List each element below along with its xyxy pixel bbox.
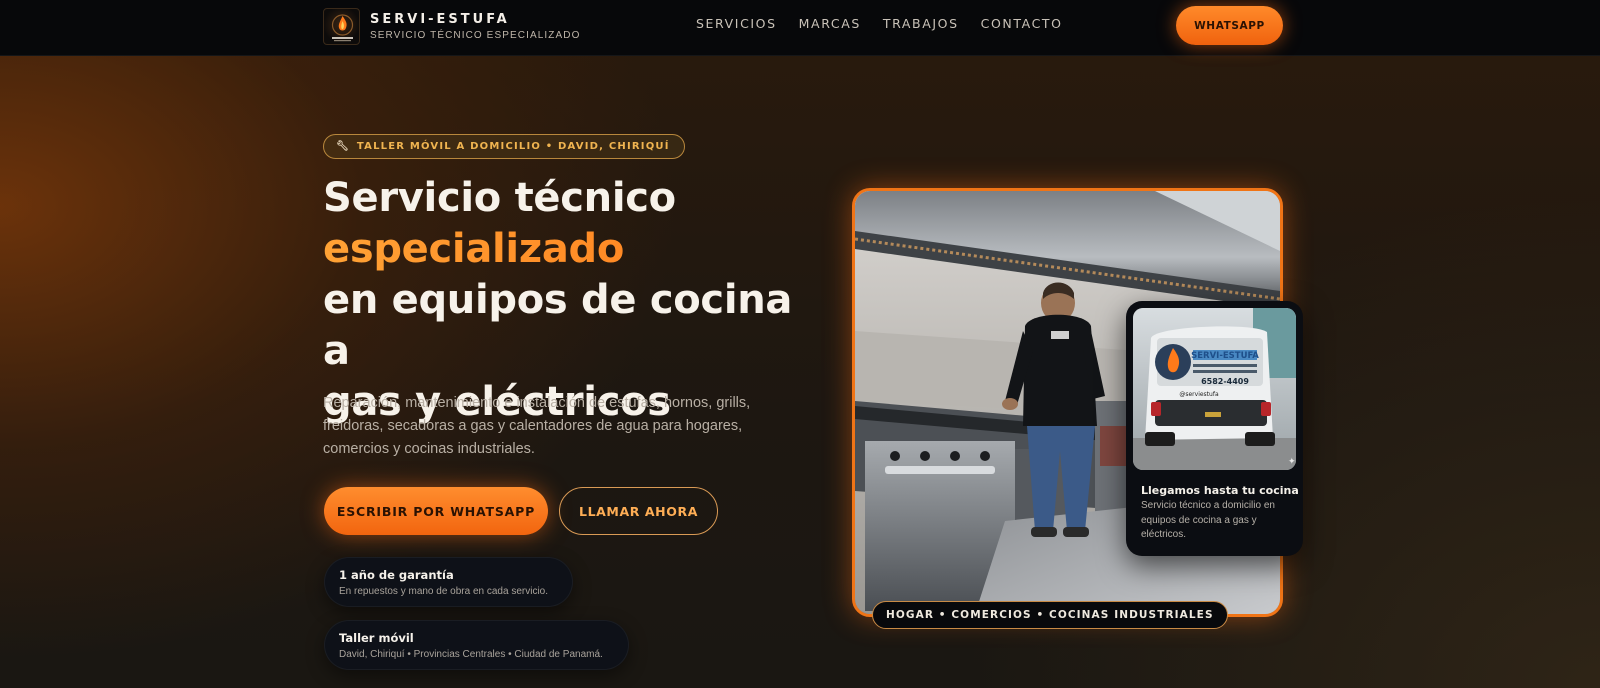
whatsapp-nav-button[interactable]: WHATSAPP bbox=[1176, 6, 1283, 45]
menu-item-trabajos[interactable]: TRABAJOS bbox=[883, 16, 959, 31]
menu-item-marcas[interactable]: MARCAS bbox=[799, 16, 861, 31]
call-button[interactable]: LLAMAR AHORA bbox=[559, 487, 718, 535]
van-brand: SERVI-ESTUFA bbox=[1191, 351, 1259, 361]
feature-card-mobile-shop: Taller móvil David, Chiriquí • Provincia… bbox=[324, 620, 629, 670]
sparkle-icon: ✦ bbox=[1288, 456, 1296, 466]
headline-line-1: Servicio técnico bbox=[323, 175, 676, 221]
main-menu: SERVICIOS MARCAS TRABAJOS CONTACTO bbox=[696, 16, 1063, 31]
segments-chip: HOGAR • COMERCIOS • COCINAS INDUSTRIALES bbox=[872, 601, 1228, 629]
feature-card-warranty: 1 año de garantía En repuestos y mano de… bbox=[324, 557, 573, 607]
van-card-title: Llegamos hasta tu cocina bbox=[1141, 484, 1299, 497]
brand[interactable]: SERVI-ESTUFA SERVICIO TÉCNICO ESPECIALIZ… bbox=[323, 8, 580, 45]
brand-logo bbox=[323, 8, 360, 45]
menu-item-servicios[interactable]: SERVICIOS bbox=[696, 16, 777, 31]
hero-lead: Reparación, mantenimiento e instalación … bbox=[323, 395, 751, 457]
brand-tagline: SERVICIO TÉCNICO ESPECIALIZADO bbox=[370, 30, 581, 41]
location-badge: 🔧︎ TALLER MÓVIL A DOMICILIO • DAVID, CHI… bbox=[323, 134, 685, 159]
flame-icon bbox=[331, 14, 354, 42]
wrench-icon: 🔧︎ bbox=[336, 141, 350, 152]
top-navbar: SERVI-ESTUFA SERVICIO TÉCNICO ESPECIALIZ… bbox=[0, 0, 1600, 56]
van-phone: 6582-4409 bbox=[1201, 377, 1249, 386]
menu-item-contacto[interactable]: CONTACTO bbox=[981, 16, 1063, 31]
brand-name: SERVI-ESTUFA bbox=[370, 12, 510, 27]
headline-accent: especializado bbox=[323, 224, 823, 275]
feature-title: Taller móvil bbox=[339, 631, 414, 645]
badge-label: TALLER MÓVIL A DOMICILIO • DAVID, CHIRIQ… bbox=[356, 141, 670, 152]
van-card-desc: Servicio técnico a domicilio en equipos … bbox=[1141, 500, 1275, 540]
headline-line-3: en equipos de cocina a bbox=[323, 277, 793, 374]
van-card: SERVI-ESTUFA 6582-4409 @serviestufa ✦ Ll… bbox=[1126, 301, 1303, 556]
feature-desc: David, Chiriquí • Provincias Centrales •… bbox=[339, 649, 603, 660]
service-van-image: SERVI-ESTUFA 6582-4409 @serviestufa ✦ bbox=[1133, 308, 1296, 470]
van-handle: @serviestufa bbox=[1179, 391, 1219, 398]
feature-desc: En repuestos y mano de obra en cada serv… bbox=[339, 586, 549, 597]
van-image: SERVI-ESTUFA 6582-4409 @serviestufa ✦ bbox=[1133, 308, 1296, 470]
feature-title: 1 año de garantía bbox=[339, 568, 454, 582]
whatsapp-button[interactable]: ESCRIBIR POR WHATSAPP bbox=[324, 487, 548, 535]
hero-headline: Servicio técnico especializado en equipo… bbox=[323, 173, 823, 428]
